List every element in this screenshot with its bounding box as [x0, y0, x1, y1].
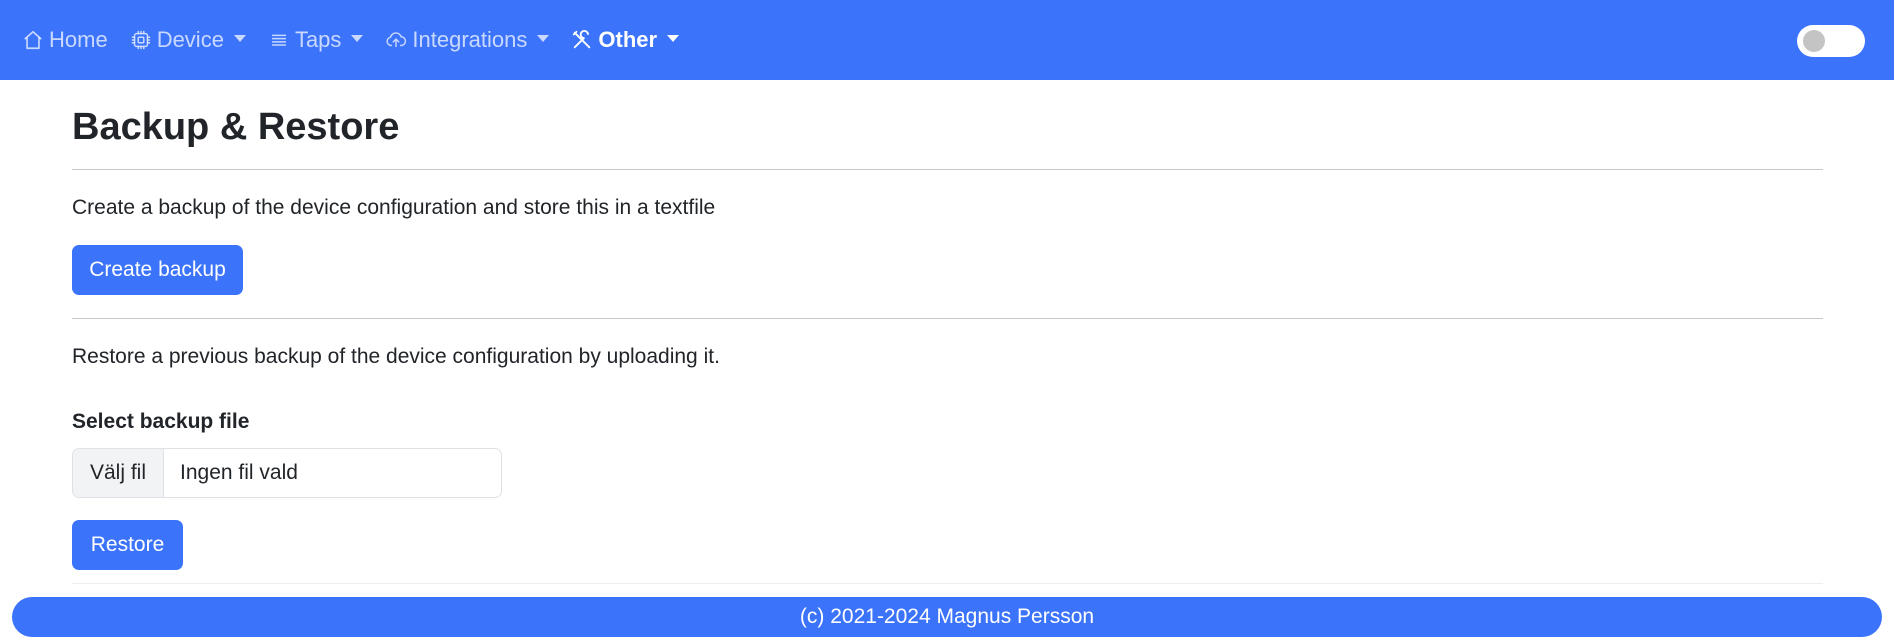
- file-status-text: Ingen fil vald: [180, 461, 298, 484]
- theme-toggle-switch[interactable]: [1797, 25, 1865, 57]
- nav-item-taps[interactable]: Taps: [268, 27, 364, 53]
- backup-file-input[interactable]: Välj fil Ingen fil vald: [72, 448, 502, 498]
- nav-item-label: Home: [49, 27, 108, 52]
- caret-down-icon: [537, 34, 550, 42]
- create-backup-button[interactable]: Create backup: [72, 245, 243, 295]
- backup-description: Create a backup of the device configurat…: [72, 196, 716, 219]
- tools-icon: [571, 29, 593, 51]
- list-icon: [268, 29, 290, 51]
- divider: [72, 169, 1823, 170]
- house-icon: [22, 29, 44, 51]
- caret-down-icon: [233, 34, 246, 42]
- copyright-text: (c) 2021-2024 Magnus Persson: [799, 605, 1095, 628]
- nav-item-device[interactable]: Device: [130, 27, 246, 53]
- caret-down-icon: [667, 34, 680, 42]
- restore-button[interactable]: Restore: [72, 520, 183, 570]
- nav-item-home[interactable]: Home: [22, 27, 108, 53]
- nav-item-label: Integrations: [412, 27, 528, 52]
- footer: (c) 2021-2024 Magnus Persson: [12, 597, 1882, 637]
- restore-description: Restore a previous backup of the device …: [72, 345, 720, 368]
- cloud-upload-icon: [385, 29, 407, 51]
- cpu-icon: [130, 29, 152, 51]
- top-navbar: Home Device Taps Integrations Other: [0, 0, 1894, 80]
- nav-item-label: Taps: [294, 27, 342, 52]
- nav-item-other[interactable]: Other: [571, 27, 680, 53]
- choose-file-button[interactable]: Välj fil: [73, 449, 164, 497]
- page-title: Backup & Restore: [72, 106, 400, 148]
- nav-item-label: Device: [156, 27, 224, 52]
- nav-item-label: Other: [598, 27, 658, 52]
- select-backup-file-label: Select backup file: [72, 410, 250, 433]
- footer-divider: [72, 583, 1823, 584]
- caret-down-icon: [351, 34, 364, 42]
- divider: [72, 318, 1823, 319]
- toggle-knob: [1803, 30, 1825, 52]
- nav-item-integrations[interactable]: Integrations: [385, 27, 550, 53]
